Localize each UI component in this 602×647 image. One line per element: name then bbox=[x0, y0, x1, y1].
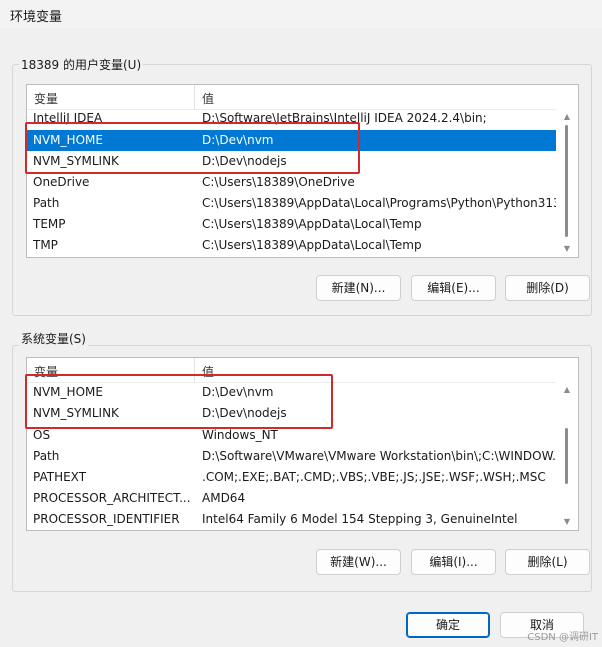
var-value: D:\Dev\nvm bbox=[202, 385, 274, 399]
system-vars-group-label: 系统变量(S) bbox=[19, 330, 88, 347]
user-vars-scrollbar[interactable]: ▲ ▼ bbox=[556, 109, 578, 257]
user-edit-button[interactable]: 编辑(E)... bbox=[411, 275, 496, 301]
system-delete-button[interactable]: 删除(L) bbox=[505, 549, 590, 575]
system-var-row[interactable]: OS Windows_NT bbox=[27, 425, 556, 446]
scroll-up-arrow-icon[interactable]: ▲ bbox=[562, 113, 572, 121]
var-name: PROCESSOR_IDENTIFIER bbox=[33, 512, 180, 526]
var-name: OS bbox=[33, 428, 51, 442]
var-value: Windows_NT bbox=[202, 428, 278, 442]
user-vars-list[interactable]: 变量 值 IntelliJ IDEA D:\Software\JetBrains… bbox=[26, 84, 579, 258]
column-header-variable[interactable]: 变量 bbox=[34, 363, 58, 380]
ok-button[interactable]: 确定 bbox=[406, 612, 490, 638]
system-var-row[interactable]: PATHEXT .COM;.EXE;.BAT;.CMD;.VBS;.VBE;.J… bbox=[27, 467, 556, 488]
system-var-row[interactable]: Path D:\Software\VMware\VMware Workstati… bbox=[27, 446, 564, 467]
title-bar: 环境变量 bbox=[0, 0, 602, 28]
watermark: CSDN @调研IT bbox=[527, 632, 598, 643]
system-new-button[interactable]: 新建(W)... bbox=[316, 549, 401, 575]
var-value: .COM;.EXE;.BAT;.CMD;.VBS;.VBE;.JS;.JSE;.… bbox=[202, 470, 546, 484]
system-var-row[interactable]: PROCESSOR_IDENTIFIER Intel64 Family 6 Mo… bbox=[27, 509, 556, 530]
var-name: NVM_HOME bbox=[33, 385, 103, 399]
var-value: D:\Dev\nvm bbox=[202, 133, 274, 147]
user-var-row[interactable]: Path C:\Users\18389\AppData\Local\Progra… bbox=[27, 193, 572, 214]
user-var-row[interactable]: OneDrive C:\Users\18389\OneDrive bbox=[27, 172, 556, 193]
var-name: PROCESSOR_ARCHITECT... bbox=[33, 491, 191, 505]
var-value: AMD64 bbox=[202, 491, 246, 505]
var-name: NVM_SYMLINK bbox=[33, 406, 119, 420]
var-name: Path bbox=[33, 449, 60, 463]
column-header-value[interactable]: 值 bbox=[202, 90, 214, 107]
system-edit-button[interactable]: 编辑(I)... bbox=[411, 549, 496, 575]
var-value: C:\Users\18389\OneDrive bbox=[202, 175, 355, 189]
var-name: PATHEXT bbox=[33, 470, 87, 484]
var-value: C:\Users\18389\AppData\Local\Programs\Py… bbox=[202, 196, 572, 210]
var-value: D:\Software\VMware\VMware Workstation\bi… bbox=[202, 449, 564, 463]
var-value: D:\Software\JetBrains\IntelliJ IDEA 2024… bbox=[202, 111, 487, 125]
var-name: TEMP bbox=[33, 217, 66, 231]
var-name: Path bbox=[33, 196, 60, 210]
var-name: NVM_SYMLINK bbox=[33, 154, 119, 168]
system-vars-list-header: 变量 值 bbox=[27, 358, 578, 383]
user-var-row-selected[interactable]: NVM_HOME D:\Dev\nvm bbox=[27, 130, 556, 151]
user-vars-group-label: 18389 的用户变量(U) bbox=[19, 56, 144, 73]
system-var-row[interactable]: PROCESSOR_ARCHITECT... AMD64 bbox=[27, 488, 556, 509]
user-var-row[interactable]: TEMP C:\Users\18389\AppData\Local\Temp bbox=[27, 214, 556, 235]
system-var-row[interactable]: NVM_SYMLINK D:\Dev\nodejs bbox=[27, 403, 556, 424]
column-header-variable[interactable]: 变量 bbox=[34, 90, 58, 107]
user-var-row[interactable]: NVM_SYMLINK D:\Dev\nodejs bbox=[27, 151, 556, 172]
system-var-row[interactable]: NVM_HOME D:\Dev\nvm bbox=[27, 382, 556, 403]
scrollbar-thumb[interactable] bbox=[565, 428, 568, 484]
user-vars-list-header: 变量 值 bbox=[27, 85, 578, 110]
scrollbar-thumb[interactable] bbox=[565, 125, 568, 237]
user-new-button[interactable]: 新建(N)... bbox=[316, 275, 401, 301]
var-name: TMP bbox=[33, 238, 58, 252]
user-delete-button[interactable]: 删除(D) bbox=[505, 275, 590, 301]
var-value: Intel64 Family 6 Model 154 Stepping 3, G… bbox=[202, 512, 518, 526]
user-var-row[interactable]: IntelliJ IDEA D:\Software\JetBrains\Inte… bbox=[27, 108, 556, 129]
scroll-down-arrow-icon[interactable]: ▼ bbox=[562, 245, 572, 253]
scroll-up-arrow-icon[interactable]: ▲ bbox=[562, 386, 572, 394]
column-separator[interactable] bbox=[194, 358, 195, 382]
var-name: OneDrive bbox=[33, 175, 90, 189]
var-name: IntelliJ IDEA bbox=[33, 111, 103, 125]
var-value: C:\Users\18389\AppData\Local\Temp bbox=[202, 217, 422, 231]
var-value: D:\Dev\nodejs bbox=[202, 406, 287, 420]
user-var-row[interactable]: TMP C:\Users\18389\AppData\Local\Temp bbox=[27, 235, 556, 256]
scroll-down-arrow-icon[interactable]: ▼ bbox=[562, 518, 572, 526]
window-title: 环境变量 bbox=[10, 10, 63, 25]
var-value: C:\Users\18389\AppData\Local\Temp bbox=[202, 238, 422, 252]
system-vars-scrollbar[interactable]: ▲ ▼ bbox=[556, 382, 578, 530]
system-vars-list[interactable]: 变量 值 NVM_HOME D:\Dev\nvm NVM_SYMLINK D:\… bbox=[26, 357, 579, 531]
var-name: NVM_HOME bbox=[33, 133, 103, 147]
column-separator[interactable] bbox=[194, 85, 195, 109]
column-header-value[interactable]: 值 bbox=[202, 363, 214, 380]
var-value: D:\Dev\nodejs bbox=[202, 154, 287, 168]
